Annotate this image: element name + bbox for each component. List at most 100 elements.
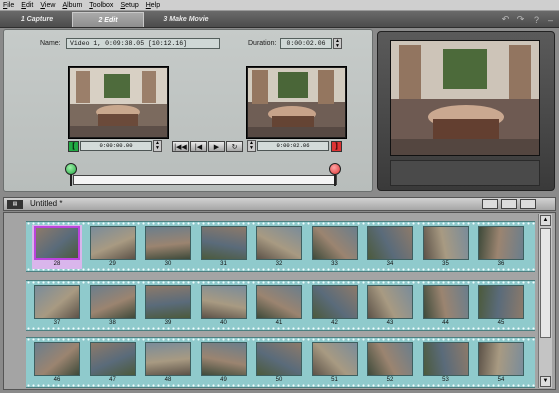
clip-thumbnail[interactable]: 47	[88, 341, 138, 385]
scroll-up-icon[interactable]: ▲	[540, 215, 551, 226]
timeline-view-icon[interactable]	[501, 199, 517, 209]
clip-thumbnail[interactable]: 54	[476, 341, 526, 385]
help-icon[interactable]: ?	[531, 14, 542, 25]
mark-out-button[interactable]: ]	[331, 141, 342, 152]
mode-tab-bar: 1 Capture 2 Edit 3 Make Movie ↶ ↷ ? –	[0, 11, 559, 28]
loop-button[interactable]: ↻	[226, 141, 243, 152]
menu-setup[interactable]: Setup	[120, 2, 138, 9]
clip-thumbnail[interactable]: 30	[143, 225, 193, 269]
clip-thumbnail[interactable]: 50	[254, 341, 304, 385]
clip-thumbnail[interactable]: 28	[32, 225, 82, 269]
clip-number: 36	[497, 261, 505, 267]
clip-image	[256, 342, 302, 376]
clip-number: 46	[53, 377, 61, 383]
in-point-frame	[68, 66, 169, 139]
name-label: Name:	[40, 40, 61, 47]
trim-in-marker	[70, 174, 72, 186]
album-scrollbar[interactable]: ▲ ▼	[538, 214, 552, 388]
redo-icon[interactable]: ↷	[515, 14, 526, 25]
out-timecode[interactable]: 0:00:02.06	[257, 141, 329, 151]
clip-number: 28	[53, 261, 61, 267]
clip-thumbnail[interactable]: 45	[476, 284, 526, 328]
list-view-icon[interactable]	[520, 199, 536, 209]
menu-album[interactable]: Album	[62, 2, 82, 9]
clip-thumbnail[interactable]: 52	[365, 341, 415, 385]
clip-thumbnail[interactable]: 33	[310, 225, 360, 269]
album-icon: ▤	[7, 200, 23, 209]
clip-thumbnail[interactable]: 49	[199, 341, 249, 385]
clip-image	[367, 342, 413, 376]
scroll-down-icon[interactable]: ▼	[540, 376, 551, 387]
clip-number: 41	[275, 320, 283, 326]
menu-toolbox[interactable]: Toolbox	[89, 2, 113, 9]
clip-thumbnail[interactable]: 37	[32, 284, 82, 328]
go-to-start-button[interactable]: |◀◀	[172, 141, 189, 152]
menu-file[interactable]: File	[3, 2, 14, 9]
clip-thumbnail[interactable]: 53	[421, 341, 471, 385]
clip-image	[367, 226, 413, 260]
clip-thumbnail[interactable]: 46	[32, 341, 82, 385]
clip-thumbnail[interactable]: 48	[143, 341, 193, 385]
storyboard-view-icon[interactable]	[482, 199, 498, 209]
mark-in-button[interactable]: [	[68, 141, 79, 152]
clip-thumbnail[interactable]: 44	[421, 284, 471, 328]
clip-number: 31	[220, 261, 227, 267]
out-timecode-stepper[interactable]: ▲ ▼	[247, 140, 256, 152]
clip-image	[422, 342, 469, 376]
trim-scrubber[interactable]	[73, 175, 337, 185]
clip-image	[311, 342, 358, 376]
clip-thumbnail[interactable]: 41	[254, 284, 304, 328]
clip-thumbnail[interactable]: 34	[365, 225, 415, 269]
clip-number: 38	[109, 320, 116, 326]
clip-image	[478, 226, 524, 260]
play-button[interactable]: ▶	[208, 141, 225, 152]
clip-image	[200, 342, 247, 376]
clip-number: 49	[220, 377, 227, 383]
duration-stepper[interactable]: ▲ ▼	[333, 38, 342, 49]
clip-thumbnail[interactable]: 35	[421, 225, 471, 269]
clip-number: 34	[386, 261, 394, 267]
clip-image	[311, 226, 358, 260]
clip-thumbnail[interactable]: 39	[143, 284, 193, 328]
clip-image	[34, 285, 80, 319]
step-back-button[interactable]: |◀	[190, 141, 207, 152]
clip-image	[422, 285, 469, 319]
tab-make-movie[interactable]: 3 Make Movie	[146, 12, 226, 27]
clip-thumbnail[interactable]: 40	[199, 284, 249, 328]
clip-number: 53	[442, 377, 449, 383]
undo-icon[interactable]: ↶	[500, 14, 511, 25]
clip-number: 42	[331, 320, 338, 326]
filmstrip-row: 46 47 48 49 50 51 52 53 54	[26, 337, 535, 388]
clip-number: 40	[220, 320, 227, 326]
clip-image	[256, 285, 302, 319]
clip-number: 29	[109, 261, 116, 267]
duration-field[interactable]: 0:00:02.06	[280, 38, 332, 49]
minimize-icon[interactable]: –	[545, 14, 556, 25]
clip-thumbnail[interactable]: 51	[310, 341, 360, 385]
clip-number: 45	[497, 320, 505, 326]
clip-image	[89, 285, 136, 319]
clip-thumbnail[interactable]: 42	[310, 284, 360, 328]
menu-help[interactable]: Help	[146, 2, 160, 9]
in-timecode[interactable]: 0:00:00.00	[80, 141, 152, 151]
clip-image	[311, 285, 358, 319]
clip-thumbnail[interactable]: 36	[476, 225, 526, 269]
tab-capture[interactable]: 1 Capture	[3, 12, 71, 27]
clip-image	[145, 342, 191, 376]
clip-thumbnail[interactable]: 31	[199, 225, 249, 269]
clip-number: 52	[386, 377, 394, 383]
clip-thumbnail[interactable]: 43	[365, 284, 415, 328]
menu-edit[interactable]: Edit	[21, 2, 33, 9]
clip-image	[89, 226, 136, 260]
scroll-thumb[interactable]	[540, 228, 551, 338]
menu-view[interactable]: View	[40, 2, 55, 9]
clip-thumbnail[interactable]: 29	[88, 225, 138, 269]
in-timecode-stepper[interactable]: ▲ ▼	[153, 140, 162, 152]
tab-edit[interactable]: 2 Edit	[72, 12, 144, 27]
clip-image	[145, 285, 191, 319]
clip-name-field[interactable]: Video 1, 0:09:38.05 [10:12.16]	[66, 38, 220, 49]
clip-number: 37	[53, 320, 61, 326]
in-frame-image	[70, 68, 167, 137]
clip-thumbnail[interactable]: 32	[254, 225, 304, 269]
clip-thumbnail[interactable]: 38	[88, 284, 138, 328]
